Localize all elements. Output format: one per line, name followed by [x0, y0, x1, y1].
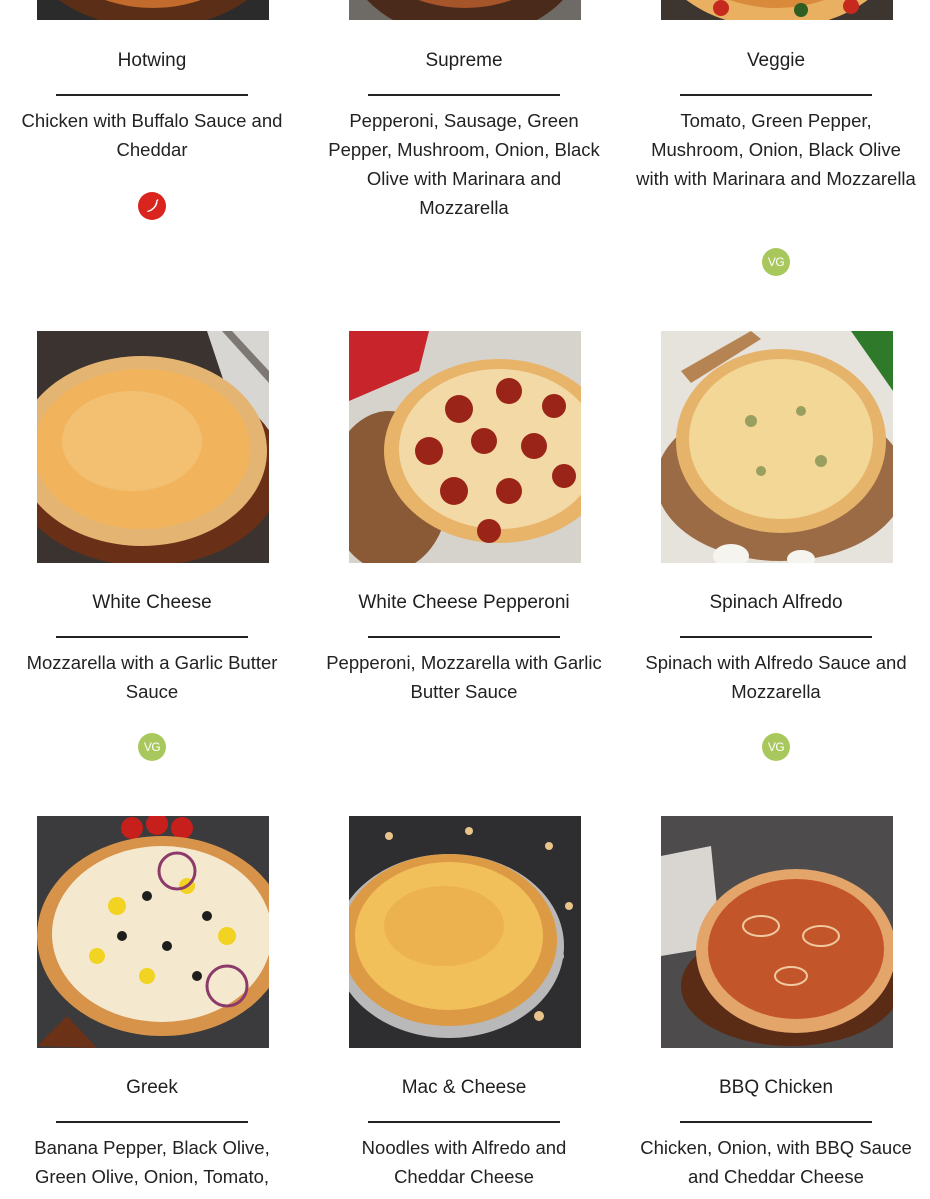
divider	[368, 1121, 560, 1123]
pizza-description: Noodles with Alfredo and Cheddar Cheese	[361, 1137, 567, 1187]
pizza-name: Greek	[126, 1077, 178, 1098]
divider	[368, 94, 560, 96]
vegetarian-badge: VG	[138, 733, 166, 761]
pizza-name: Mac & Cheese	[401, 1077, 527, 1098]
pizza-name: Hotwing	[117, 50, 187, 71]
pizza-photo[interactable]	[37, 816, 269, 1048]
pizza-photo[interactable]	[37, 331, 269, 563]
pizza-photo[interactable]	[661, 331, 893, 563]
pizza-photo[interactable]	[661, 816, 893, 1048]
pizza-photo[interactable]	[349, 331, 581, 563]
pizza-photo[interactable]	[661, 0, 893, 20]
pizza-name: Spinach Alfredo	[709, 592, 843, 613]
divider	[680, 94, 872, 96]
pizza-description: Pepperoni, Mozzarella with Garlic Butter…	[326, 652, 602, 702]
divider	[368, 636, 560, 638]
pizza-description: Chicken with Buffalo Sauce and Cheddar	[21, 110, 283, 160]
vegetarian-badge: VG	[762, 733, 790, 761]
pizza-name: White Cheese	[92, 592, 212, 613]
pizza-description: Mozzarella with a Garlic Butter Sauce	[26, 652, 278, 702]
divider	[56, 636, 248, 638]
divider	[680, 1121, 872, 1123]
pizza-name: White Cheese Pepperoni	[358, 592, 570, 613]
pizza-description: Chicken, Onion, with BBQ Sauce and Chedd…	[640, 1137, 912, 1187]
pizza-description: Pepperoni, Sausage, Green Pepper, Mushro…	[328, 110, 600, 218]
pizza-photo[interactable]	[37, 0, 269, 20]
pizza-photo[interactable]	[349, 816, 581, 1048]
pizza-name: Supreme	[425, 50, 503, 71]
pizza-description: Banana Pepper, Black Olive, Green Olive,…	[34, 1137, 270, 1187]
divider	[56, 1121, 248, 1123]
vegetarian-badge: VG	[762, 248, 790, 276]
pizza-description: Spinach with Alfredo Sauce and Mozzarell…	[645, 652, 907, 702]
pizza-description: Tomato, Green Pepper, Mushroom, Onion, B…	[636, 110, 916, 189]
divider	[680, 636, 872, 638]
chili-pepper-icon	[138, 192, 166, 220]
pizza-name: BBQ Chicken	[718, 1077, 834, 1098]
pizza-name: Veggie	[746, 50, 806, 71]
divider	[56, 94, 248, 96]
pizza-photo[interactable]	[349, 0, 581, 20]
